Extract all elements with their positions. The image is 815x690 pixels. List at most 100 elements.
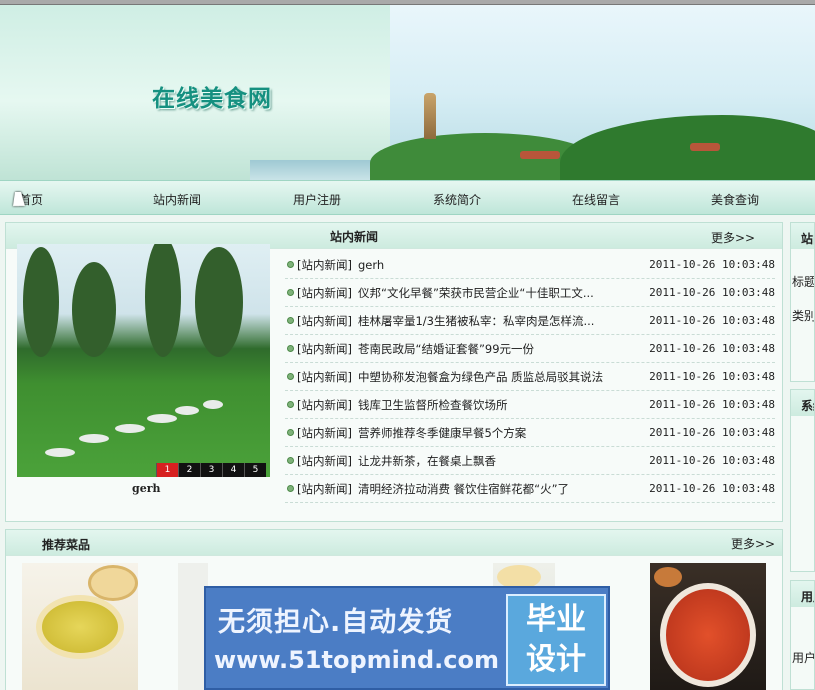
ad-badge: 毕业 设计 <box>506 594 606 686</box>
pagoda-image <box>424 93 436 139</box>
stepping-stone <box>45 448 75 457</box>
recommend-more-link[interactable]: 更多>> <box>731 535 775 552</box>
bullet-icon <box>287 485 294 492</box>
pager-button-1[interactable]: 1 <box>156 463 178 477</box>
search-category-label: 类别 <box>792 309 815 323</box>
site-title: 在线美食网 <box>152 85 272 112</box>
news-date: 2011-10-26 10:03:48 <box>649 370 775 383</box>
dish-image-porridge[interactable] <box>22 563 138 690</box>
nav-item-register[interactable]: 用户注册 <box>293 191 341 208</box>
side-dish <box>654 567 682 587</box>
ad-url: www.51topmind.com <box>214 646 499 674</box>
news-more-link[interactable]: 更多>> <box>711 229 755 246</box>
news-date: 2011-10-26 10:03:48 <box>649 398 775 411</box>
stepping-stone <box>203 400 223 409</box>
recommend-panel-header <box>6 530 782 556</box>
news-date: 2011-10-26 10:03:48 <box>649 454 775 467</box>
news-date: 2011-10-26 10:03:48 <box>649 426 775 439</box>
porridge-bowl <box>36 595 124 659</box>
news-category: [站内新闻] <box>297 425 352 440</box>
side-panel-user-header: 用户 <box>791 581 814 607</box>
recommend-section-title: 推荐菜品 <box>42 538 91 552</box>
ad-badge-bottom: 设计 <box>526 642 586 677</box>
pager-button-4[interactable]: 4 <box>222 463 244 477</box>
side-panel-search-header: 站内 <box>791 223 814 249</box>
news-category: [站内新闻] <box>297 341 352 356</box>
news-section-title: 站内新闻 <box>330 230 379 244</box>
news-date: 2011-10-26 10:03:48 <box>649 258 775 271</box>
side-panel-user: 用户 用户 <box>790 580 815 690</box>
news-title-link[interactable]: 让龙井新茶，在餐桌上飘香 <box>358 453 641 469</box>
nav-item-guestbook[interactable]: 在线留言 <box>572 191 620 208</box>
bullet-icon <box>287 457 294 464</box>
bullet-icon <box>287 401 294 408</box>
news-row[interactable]: [站内新闻] 仪邦“文化早餐”荣获市民营企业“十佳职工文... 2011-10-26… <box>285 279 775 307</box>
header-banner: 在线美食网 <box>0 5 815 180</box>
tree <box>23 247 59 357</box>
stepping-stone <box>175 406 199 415</box>
news-row[interactable]: [站内新闻] gerh 2011-10-26 10:03:48 <box>285 251 775 279</box>
watermark-ad: 无须担心.自动发货 www.51topmind.com 毕业 设计 <box>204 586 610 690</box>
slideshow-caption[interactable]: gerh <box>132 482 160 495</box>
news-date: 2011-10-26 10:03:48 <box>649 314 775 327</box>
pager-button-2[interactable]: 2 <box>178 463 200 477</box>
bullet-icon <box>287 289 294 296</box>
dish-plate <box>660 583 756 687</box>
dish-image-tteokbokki[interactable] <box>650 563 766 690</box>
news-title-link[interactable]: 苍南民政局“结婚证套餐”99元一份 <box>358 341 641 357</box>
news-date: 2011-10-26 10:03:48 <box>649 482 775 495</box>
stepping-stone <box>79 434 109 443</box>
news-row[interactable]: [站内新闻] 清明经济拉动消费 餐饮住宿鲜花都“火”了 2011-10-26 10:… <box>285 475 775 503</box>
tree <box>195 247 243 357</box>
user-label: 用户 <box>792 651 815 665</box>
news-title-link[interactable]: 中塑协称发泡餐盒为绿色产品 质监总局驳其说法 <box>358 369 641 385</box>
pager-button-5[interactable]: 5 <box>244 463 266 477</box>
main-nav: 首页 站内新闻 用户注册 系统简介 在线留言 美食查询 <box>0 180 815 215</box>
pager-button-3[interactable]: 3 <box>200 463 222 477</box>
side-panel-search: 站内 标题 类别 <box>790 222 815 382</box>
news-title-link[interactable]: 清明经济拉动消费 餐饮住宿鲜花都“火”了 <box>358 481 641 497</box>
news-row[interactable]: [站内新闻] 营养师推荐冬季健康早餐5个方案 2011-10-26 10:03:48 <box>285 419 775 447</box>
side-panel-system-header: 系统 <box>791 390 814 416</box>
nav-item-about[interactable]: 系统简介 <box>433 191 481 208</box>
news-category: [站内新闻] <box>297 397 352 412</box>
news-date: 2011-10-26 10:03:48 <box>649 286 775 299</box>
nav-item-food-search[interactable]: 美食查询 <box>711 191 759 208</box>
news-category: [站内新闻] <box>297 481 352 496</box>
ad-slogan: 无须担心.自动发货 <box>218 607 454 638</box>
side-dish <box>88 565 138 601</box>
pavilion-roof <box>690 143 720 151</box>
bullet-icon <box>287 345 294 352</box>
news-title-link[interactable]: 钱库卫生监督所检查餐饮场所 <box>358 397 641 413</box>
nav-item-news[interactable]: 站内新闻 <box>153 191 201 208</box>
tree <box>72 262 116 357</box>
news-category: [站内新闻] <box>297 453 352 468</box>
news-row[interactable]: [站内新闻] 中塑协称发泡餐盒为绿色产品 质监总局驳其说法 2011-10-26 1… <box>285 363 775 391</box>
mouse-cursor-icon <box>13 192 27 206</box>
news-title-link[interactable]: 桂林屠宰量1/3生猪被私宰：私宰肉是怎样流... <box>358 313 641 329</box>
ad-badge-top: 毕业 <box>526 602 586 637</box>
news-row[interactable]: [站内新闻] 钱库卫生监督所检查餐饮场所 2011-10-26 10:03:48 <box>285 391 775 419</box>
news-title-link[interactable]: 营养师推荐冬季健康早餐5个方案 <box>358 425 641 441</box>
news-list: [站内新闻] gerh 2011-10-26 10:03:48 [站内新闻] 仪邦“文… <box>285 251 775 503</box>
news-row[interactable]: [站内新闻] 苍南民政局“结婚证套餐”99元一份 2011-10-26 10:03:… <box>285 335 775 363</box>
news-slideshow-image[interactable] <box>17 244 270 477</box>
news-row[interactable]: [站内新闻] 让龙井新茶，在餐桌上飘香 2011-10-26 10:03:48 <box>285 447 775 475</box>
search-title-label: 标题 <box>792 275 815 289</box>
bullet-icon <box>287 317 294 324</box>
side-panel-system: 系统 <box>790 389 815 572</box>
news-category: [站内新闻] <box>297 257 352 272</box>
news-title-link[interactable]: 仪邦“文化早餐”荣获市民营企业“十佳职工文... <box>358 285 641 301</box>
news-row[interactable]: [站内新闻] 桂林屠宰量1/3生猪被私宰：私宰肉是怎样流... 2011-10-26… <box>285 307 775 335</box>
pavilion-roof <box>520 151 560 159</box>
slideshow-pager: 1 2 3 4 5 <box>156 463 266 477</box>
tree <box>145 244 181 357</box>
news-category: [站内新闻] <box>297 313 352 328</box>
news-category: [站内新闻] <box>297 285 352 300</box>
bullet-icon <box>287 429 294 436</box>
news-category: [站内新闻] <box>297 369 352 384</box>
stepping-stone <box>147 414 177 423</box>
news-date: 2011-10-26 10:03:48 <box>649 342 775 355</box>
bullet-icon <box>287 261 294 268</box>
news-title-link[interactable]: gerh <box>358 258 641 272</box>
